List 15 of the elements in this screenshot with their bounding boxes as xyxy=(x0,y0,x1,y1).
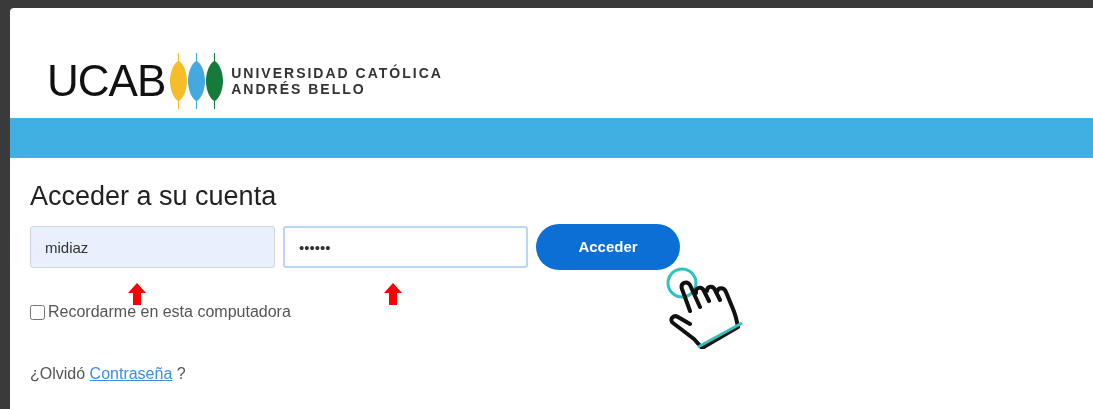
arrow-icon xyxy=(128,283,146,305)
remember-label: Recordarme en esta computadora xyxy=(48,302,291,323)
forgot-text: ? xyxy=(176,365,186,383)
logo-text: UNIVERSIDAD CATÓLICA xyxy=(231,64,443,81)
form-title: Acceder a su cuenta xyxy=(30,180,278,213)
password-field[interactable]: •••••• xyxy=(283,226,528,269)
arrow-icon xyxy=(384,283,402,305)
password-link[interactable]: Contraseña xyxy=(89,365,173,383)
logo-text: ANDRÉS BELLO xyxy=(231,81,367,98)
logo-mark-icon xyxy=(169,53,224,109)
username-field[interactable]: midiaz xyxy=(30,226,275,269)
remember-checkbox[interactable] xyxy=(30,304,45,320)
forgot-text: ¿Olvidó xyxy=(30,365,86,383)
logo-text: UCAB xyxy=(47,59,166,103)
login-button[interactable]: Acceder xyxy=(536,224,680,271)
